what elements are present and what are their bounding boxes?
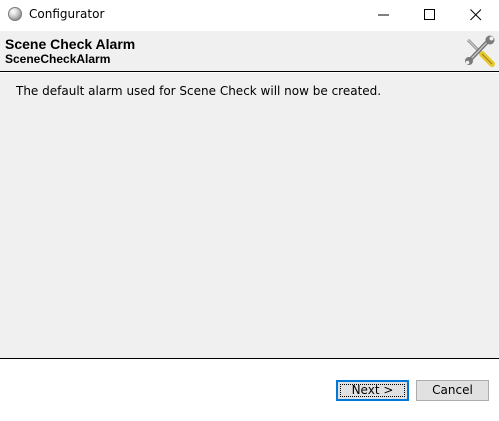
- tools-icon: [465, 35, 495, 67]
- minimize-button[interactable]: [361, 0, 407, 30]
- maximize-button[interactable]: [407, 0, 453, 30]
- cancel-button[interactable]: Cancel: [416, 380, 489, 401]
- wizard-header: Scene Check Alarm SceneCheckAlarm: [0, 31, 499, 72]
- cancel-button-label: Cancel: [432, 383, 473, 397]
- next-button[interactable]: Next >: [336, 380, 409, 401]
- title-bar[interactable]: Configurator: [0, 0, 499, 30]
- page-subtitle: SceneCheckAlarm: [5, 52, 111, 66]
- close-icon: [470, 9, 482, 21]
- page-title: Scene Check Alarm: [5, 36, 136, 52]
- minimize-icon: [378, 14, 389, 16]
- configurator-window: Configurator Scene Check Alarm SceneChec…: [0, 0, 499, 421]
- maximize-icon: [424, 9, 435, 20]
- window-title: Configurator: [29, 7, 105, 21]
- focus-rectangle: [340, 384, 405, 397]
- close-button[interactable]: [453, 0, 499, 30]
- wizard-footer: Next > Cancel: [0, 360, 499, 421]
- info-message: The default alarm used for Scene Check w…: [16, 84, 382, 98]
- wizard-content: The default alarm used for Scene Check w…: [0, 73, 499, 359]
- app-icon: [8, 7, 22, 21]
